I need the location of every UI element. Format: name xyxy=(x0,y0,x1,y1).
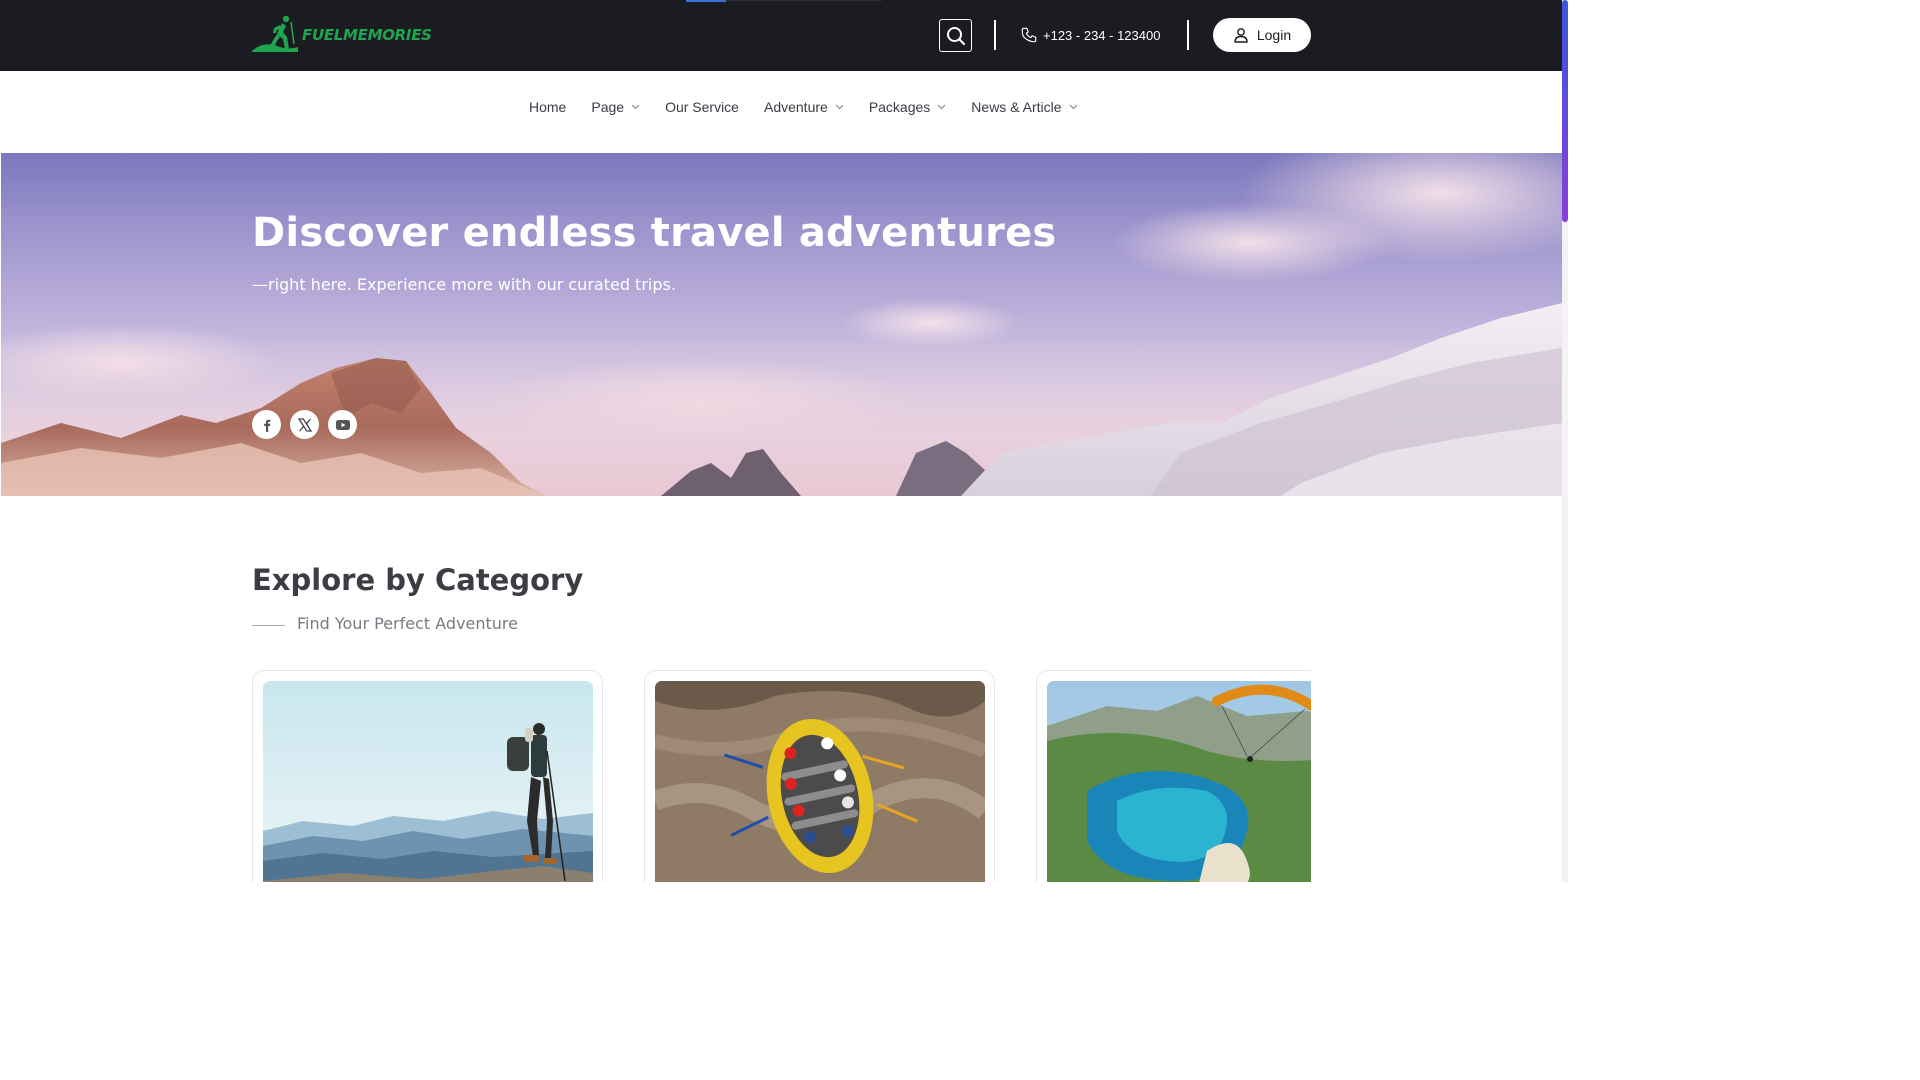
nav-item-adventure[interactable]: Adventure xyxy=(764,99,844,115)
category-image-rafting xyxy=(655,681,985,882)
login-button[interactable]: Login xyxy=(1213,18,1311,52)
x-twitter-link[interactable] xyxy=(290,410,319,439)
category-image-hiking xyxy=(263,681,593,882)
category-card-clip xyxy=(1036,670,1311,882)
category-subtitle: Find Your Perfect Adventure xyxy=(297,614,518,633)
facebook-link[interactable] xyxy=(252,410,281,439)
user-icon xyxy=(1234,28,1248,43)
chevron-down-icon xyxy=(835,104,844,110)
nav-item-our-service[interactable]: Our Service xyxy=(665,99,739,115)
scrollbar-thumb[interactable] xyxy=(1562,0,1568,222)
brand-name: FUELMEMORIES xyxy=(302,26,432,44)
chevron-down-icon xyxy=(631,104,640,110)
subtitle-rule xyxy=(252,625,285,626)
youtube-icon xyxy=(335,419,350,430)
category-card-hiking[interactable] xyxy=(252,670,603,882)
search-button[interactable] xyxy=(939,19,972,52)
header-divider xyxy=(994,20,996,50)
nav-list: Home Page Our Service Adventure Packages News… xyxy=(529,96,1103,118)
hero-title: Discover endless travel adventures xyxy=(252,210,1057,256)
login-label: Login xyxy=(1256,27,1292,43)
nav-item-news-article[interactable]: News & Article xyxy=(971,99,1077,115)
nav-item-label: Packages xyxy=(868,99,931,115)
top-bar: FUELMEMORIES +123 - 234 - 123400 Login xyxy=(0,0,1562,71)
nav-item-home[interactable]: Home xyxy=(529,99,566,115)
youtube-link[interactable] xyxy=(328,410,357,439)
nav-item-label: Adventure xyxy=(763,99,828,115)
nav-item-label: Our Service xyxy=(665,99,739,115)
main-nav: Home Page Our Service Adventure Packages News… xyxy=(0,71,1562,153)
top-accent-line xyxy=(686,0,726,2)
brand-logo[interactable]: FUELMEMORIES xyxy=(252,13,432,53)
page: FUELMEMORIES +123 - 234 - 123400 Login H… xyxy=(0,0,1568,882)
nav-item-label: News & Article xyxy=(971,99,1062,115)
hero-banner: Discover endless travel adventures —righ… xyxy=(1,153,1562,496)
nav-item-label: Page xyxy=(591,99,625,115)
chevron-down-icon xyxy=(937,104,946,110)
phone-icon xyxy=(1021,27,1037,43)
category-title: Explore by Category xyxy=(252,563,584,597)
x-twitter-icon xyxy=(297,417,312,432)
hiker-icon xyxy=(252,15,298,52)
social-links xyxy=(252,410,366,439)
phone-contact[interactable]: +123 - 234 - 123400 xyxy=(1020,24,1160,46)
chevron-down-icon xyxy=(1069,104,1077,110)
nav-item-label: Home xyxy=(529,99,567,115)
facebook-icon xyxy=(263,419,270,432)
header-divider xyxy=(1187,20,1189,50)
top-divider-line xyxy=(726,0,882,1)
category-image-paragliding xyxy=(1047,681,1311,882)
category-card-paragliding[interactable] xyxy=(1036,670,1311,882)
nav-item-packages[interactable]: Packages xyxy=(869,99,946,115)
phone-number: +123 - 234 - 123400 xyxy=(1043,27,1161,43)
category-card-rafting[interactable] xyxy=(644,670,995,882)
nav-item-page[interactable]: Page xyxy=(591,99,640,115)
hero-subtitle: —right here. Experience more with our cu… xyxy=(252,275,676,294)
search-icon xyxy=(946,26,965,45)
hero-background-image xyxy=(1,153,1562,496)
